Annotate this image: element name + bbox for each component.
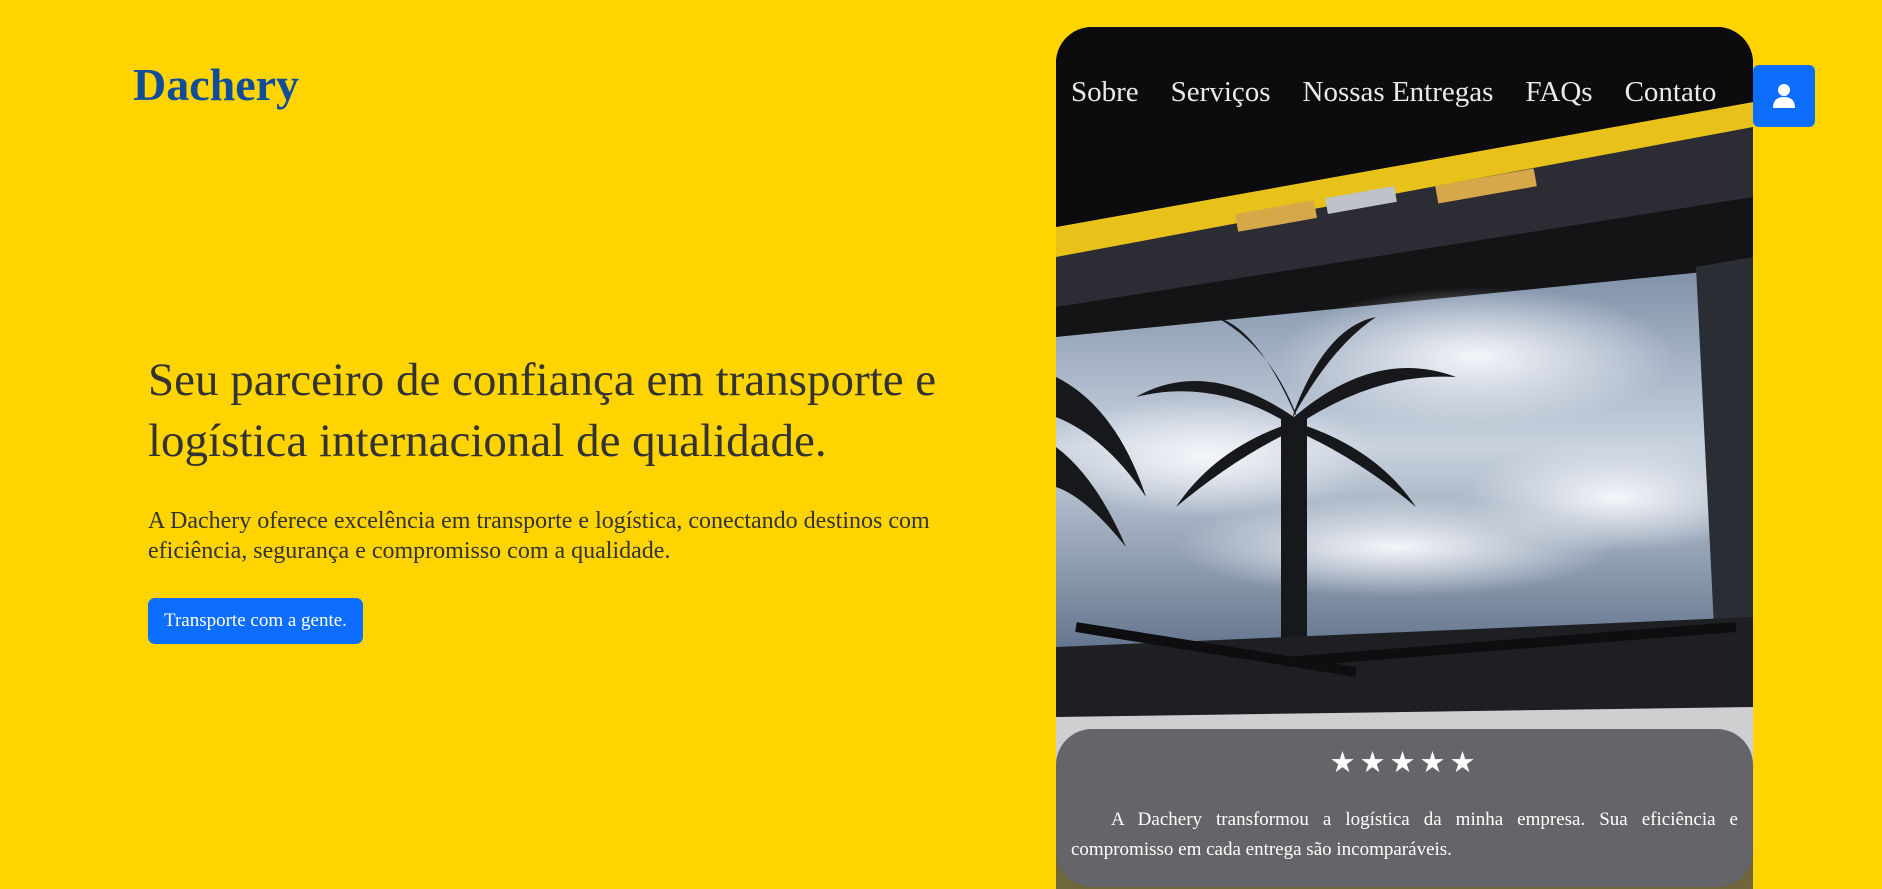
brand-logo[interactable]: Dachery [133,58,299,111]
user-icon [1773,84,1795,108]
review-text: A Dachery transformou a logística da min… [1071,809,1738,860]
nav-link-contato[interactable]: Contato [1625,76,1717,109]
rating-stars: ★★★★★ [1329,747,1480,779]
main-nav: Sobre Serviços Nossas Entregas FAQs Cont… [1071,76,1716,109]
cta-button[interactable]: Transporte com a gente. [148,598,363,644]
review-card: ★★★★★ A Dachery transformou a logística … [1056,729,1753,889]
nav-link-faqs[interactable]: FAQs [1525,76,1592,109]
nav-link-sobre[interactable]: Sobre [1071,76,1139,109]
hero-description: A Dachery oferece excelência em transpor… [148,508,930,564]
hero-section: Seu parceiro de confiança em transporte … [148,350,938,644]
nav-link-nossas-entregas[interactable]: Nossas Entregas [1303,76,1494,109]
nav-link-servicos[interactable]: Serviços [1171,76,1271,109]
account-button[interactable] [1753,65,1815,127]
hero-title: Seu parceiro de confiança em transporte … [148,354,937,467]
